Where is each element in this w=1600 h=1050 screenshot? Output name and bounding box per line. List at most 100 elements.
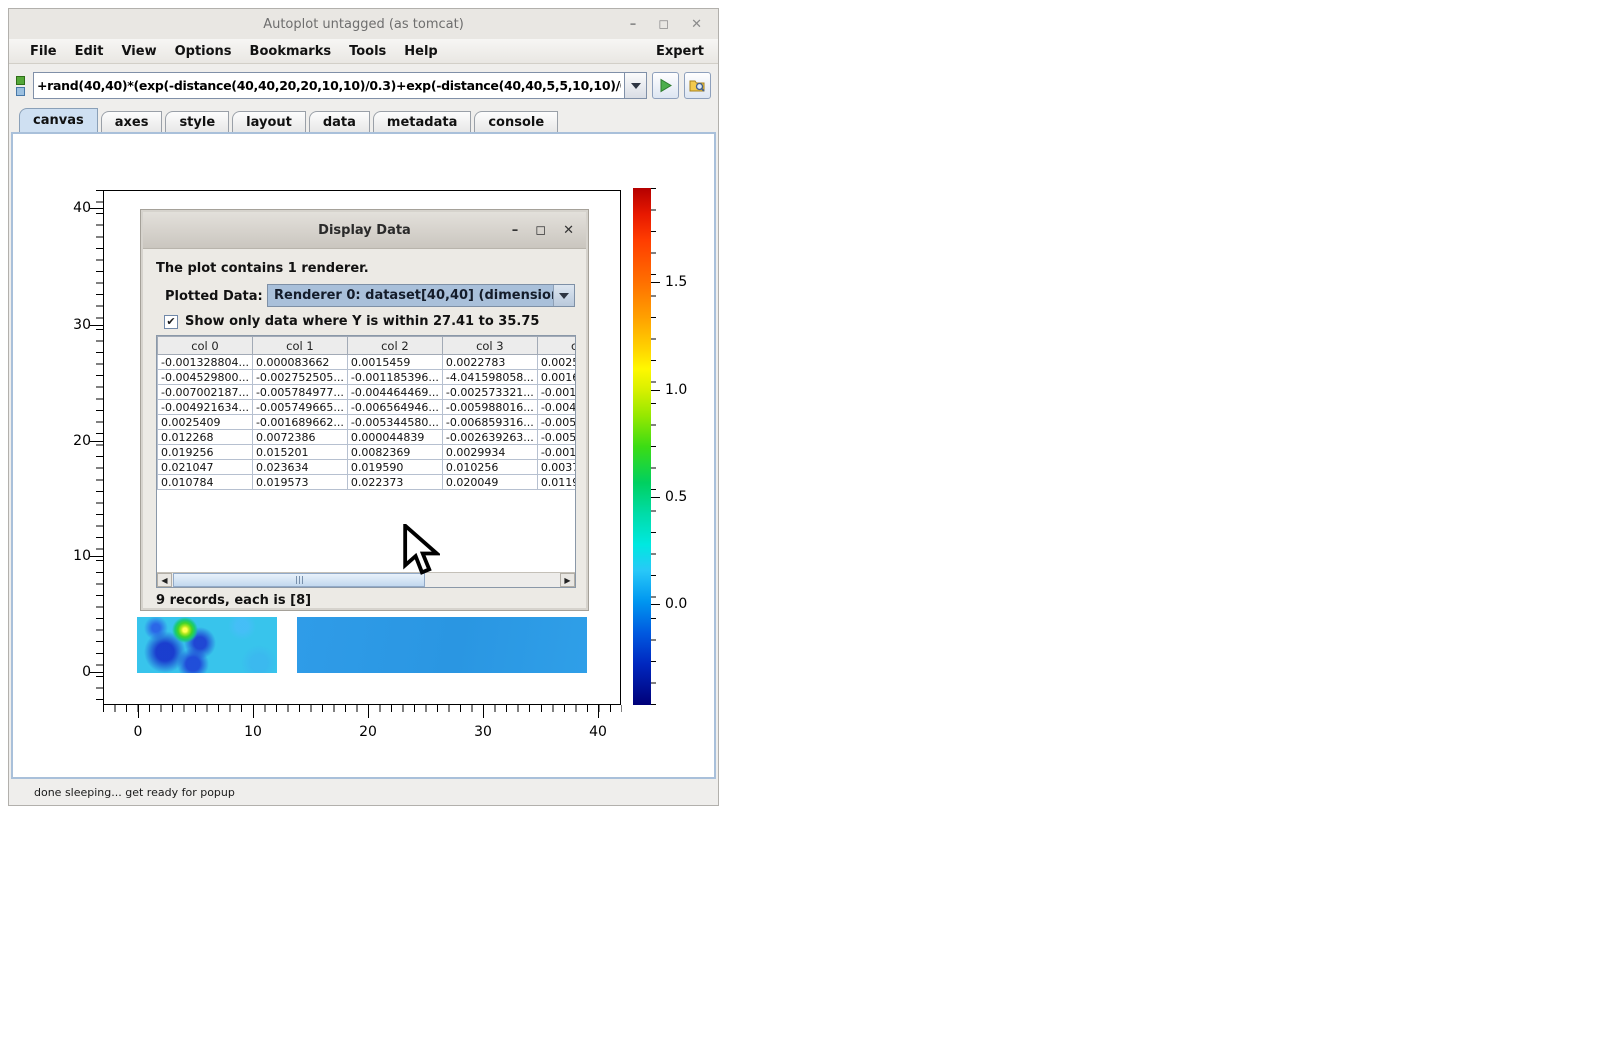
tab-console[interactable]: console [474,111,558,132]
table-cell[interactable]: 0.0016608 [537,370,576,385]
tab-layout[interactable]: layout [232,111,306,132]
table-cell[interactable]: -0.001328804... [158,355,253,370]
menu-item-view[interactable]: View [112,44,165,59]
table-cell[interactable]: -0.004294298... [537,400,576,415]
table-cell[interactable]: 0.0037721 [537,460,576,475]
table-cell[interactable]: 0.019573 [252,475,347,490]
table-cell[interactable]: 0.0025409 [158,415,253,430]
table-cell[interactable]: -0.004464469... [347,385,442,400]
plotted-data-value: Renderer 0: dataset[40,40] (dimension... [268,285,553,306]
table-cell[interactable]: -0.005749665... [252,400,347,415]
dialog-minimize-icon[interactable]: – [512,223,519,238]
x-axis-major-tick [253,705,254,718]
table-cell[interactable]: 0.011997 [537,475,576,490]
table-header-cell[interactable]: col 3 [442,337,537,355]
table-cell[interactable]: -0.006564946... [347,400,442,415]
menu-item-bookmarks[interactable]: Bookmarks [241,44,341,59]
table-cell[interactable]: -0.004529800... [158,370,253,385]
table-header-cell[interactable]: col 0 [158,337,253,355]
table-cell[interactable]: 0.000044839 [347,430,442,445]
table-row[interactable]: 0.0192560.0152010.00823690.0029934-0.001… [158,445,577,460]
table-cell[interactable]: 0.000083662 [252,355,347,370]
table-header-cell[interactable]: col 4 [537,337,576,355]
tab-axes[interactable]: axes [101,111,163,132]
tab-canvas[interactable]: canvas [19,108,98,132]
menu-item-help[interactable]: Help [395,44,446,59]
tab-style[interactable]: style [165,111,229,132]
combo-arrow-button[interactable] [553,285,574,306]
table-cell[interactable]: 0.0025660 [537,355,576,370]
table-header-cell[interactable]: col 1 [252,337,347,355]
menu-item-edit[interactable]: Edit [66,44,113,59]
table-header-cell[interactable]: col 2 [347,337,442,355]
table-cell[interactable]: 0.0029934 [442,445,537,460]
table-cell[interactable]: 0.021047 [158,460,253,475]
dialog-close-icon[interactable]: ✕ [563,223,574,238]
table-cell[interactable]: -0.002639263... [442,430,537,445]
thumb-grip [296,576,297,584]
table-cell[interactable]: 0.010784 [158,475,253,490]
status-text: done sleeping... get ready for popup [34,786,235,799]
table-cell[interactable]: 0.012268 [158,430,253,445]
tab-metadata[interactable]: metadata [373,111,471,132]
maximize-icon[interactable]: ◻ [658,17,669,32]
table-row[interactable]: 0.0107840.0195730.0223730.0200490.011997… [158,475,577,490]
inspect-uri-button[interactable] [684,72,711,99]
minimize-icon[interactable]: – [630,17,637,32]
uri-dropdown-button[interactable] [625,72,647,99]
table-cell[interactable]: -0.006859316... [442,415,537,430]
table-cell[interactable]: 0.019590 [347,460,442,475]
scrollbar-thumb[interactable] [173,573,425,587]
table-cell[interactable]: -0.007002187... [158,385,253,400]
table-cell[interactable]: 0.019256 [158,445,253,460]
table-cell[interactable]: -0.004921634... [158,400,253,415]
menu-item-options[interactable]: Options [166,44,241,59]
table-cell[interactable]: 0.023634 [252,460,347,475]
table-row[interactable]: 0.0122680.00723860.000044839-0.002639263… [158,430,577,445]
y-axis-tick-label: 20 [57,433,91,449]
scroll-left-button[interactable]: ◀ [157,573,172,587]
table-row[interactable]: 0.0025409-0.001689662...-0.005344580...-… [158,415,577,430]
table-cell[interactable]: -0.005146240... [537,430,576,445]
plotted-data-combobox[interactable]: Renderer 0: dataset[40,40] (dimension... [267,284,575,307]
dialog-maximize-icon[interactable]: ◻ [535,223,546,238]
table-cell[interactable]: -0.005784977... [252,385,347,400]
tab-data[interactable]: data [309,111,370,132]
plot-canvas[interactable]: 403020100010203040 1.51.00.50.0 Display … [11,132,716,779]
table-cell[interactable]: -0.001333864... [537,445,576,460]
table-cell[interactable]: -0.001199077... [537,385,576,400]
table-cell[interactable]: 0.015201 [252,445,347,460]
table-cell[interactable]: 0.020049 [442,475,537,490]
close-icon[interactable]: ✕ [691,17,702,32]
table-row[interactable]: -0.001328804...0.0000836620.00154590.002… [158,355,577,370]
table-cell[interactable]: -0.005344580... [347,415,442,430]
table-cell[interactable]: 0.010256 [442,460,537,475]
table-cell[interactable]: 0.0015459 [347,355,442,370]
table-cell[interactable]: -0.005988016... [442,400,537,415]
table-row[interactable]: -0.007002187...-0.005784977...-0.0044644… [158,385,577,400]
table-row[interactable]: -0.004529800...-0.002752505...-0.0011853… [158,370,577,385]
scroll-right-button[interactable]: ▶ [560,573,575,587]
horizontal-scrollbar[interactable]: ◀ ▶ [157,572,575,587]
menu-item-expert[interactable]: Expert [656,44,706,59]
menu-item-file[interactable]: File [21,44,66,59]
table-cell[interactable]: 0.0022783 [442,355,537,370]
table-cell[interactable]: -0.001185396... [347,370,442,385]
table-cell[interactable]: -4.041598058... [442,370,537,385]
dialog-titlebar[interactable]: Display Data – ◻ ✕ [143,212,586,249]
play-icon [658,78,673,93]
table-cell[interactable]: 0.0082369 [347,445,442,460]
table-cell[interactable]: -0.005872606... [537,415,576,430]
table-cell[interactable]: 0.022373 [347,475,442,490]
table-cell[interactable]: -0.002573321... [442,385,537,400]
table-cell[interactable]: 0.0072386 [252,430,347,445]
uri-input[interactable] [33,72,625,99]
table-cell[interactable]: -0.002752505... [252,370,347,385]
menu-item-tools[interactable]: Tools [340,44,395,59]
y-filter-checkbox[interactable]: ✔ [164,315,178,329]
plot-go-button[interactable] [652,72,679,99]
table-row[interactable]: -0.004921634...-0.005749665...-0.0065649… [158,400,577,415]
table-cell[interactable]: -0.001689662... [252,415,347,430]
table-row[interactable]: 0.0210470.0236340.0195900.0102560.003772… [158,460,577,475]
y-axis-tick-label: 30 [57,317,91,333]
